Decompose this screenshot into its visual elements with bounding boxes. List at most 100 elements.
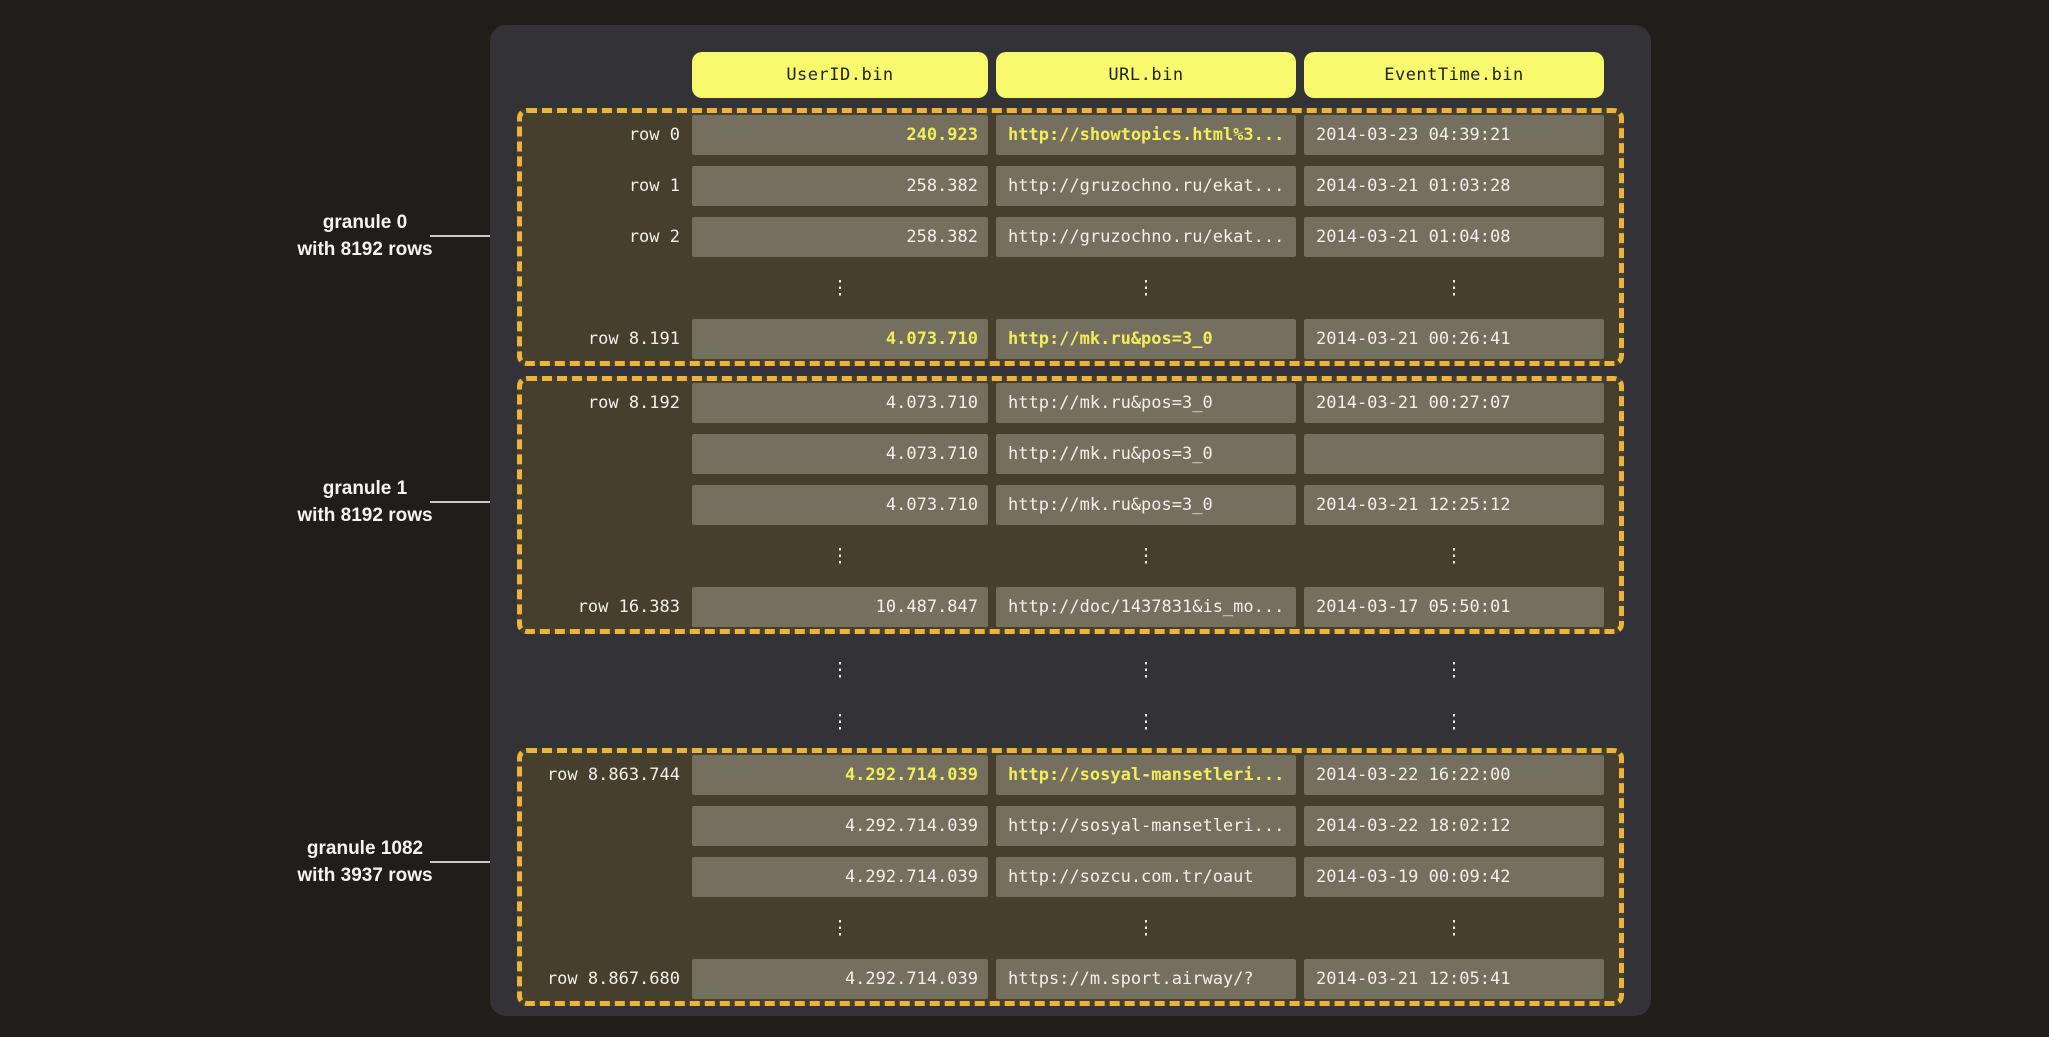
ellipsis-row: ⋮ ⋮ ⋮ bbox=[522, 696, 1624, 748]
cell-eventtime: 2014-03-21 12:25:12 bbox=[1304, 485, 1604, 525]
column-header-eventtime-bin: EventTime.bin bbox=[1304, 52, 1604, 98]
cell-url: http://sozcu.com.tr/oaut bbox=[996, 857, 1296, 897]
cell-eventtime: 2014-03-22 18:02:12 bbox=[1304, 806, 1604, 846]
row-label: row 2 bbox=[522, 217, 684, 257]
cell-userid: 4.073.710 bbox=[692, 319, 988, 359]
ellipsis-row: ⋮ ⋮ ⋮ bbox=[522, 536, 1619, 576]
row-label bbox=[522, 434, 684, 474]
row-label bbox=[522, 806, 684, 846]
cell-userid: 258.382 bbox=[692, 217, 988, 257]
header-spacer bbox=[522, 52, 684, 98]
table-row: 4.073.710 http://mk.ru&pos=3_0 2014-03-2… bbox=[522, 485, 1619, 525]
cell-url: http://mk.ru&pos=3_0 bbox=[996, 434, 1296, 474]
cell-eventtime: 2014-03-22 16:22:00 bbox=[1304, 755, 1604, 795]
table-row: row 16.383 10.487.847 http://doc/1437831… bbox=[522, 587, 1619, 627]
row-label: row 16.383 bbox=[522, 587, 684, 627]
row-label: row 8.867.680 bbox=[522, 959, 684, 999]
cell-eventtime: 2014-03-21 00:26:41 bbox=[1304, 319, 1604, 359]
cell-eventtime: 2014-03-17 05:50:01 bbox=[1304, 587, 1604, 627]
cell-url: http://mk.ru&pos=3_0 bbox=[996, 485, 1296, 525]
vertical-ellipsis: ⋮ bbox=[996, 536, 1296, 576]
granule-label-line2: with 8192 rows bbox=[245, 236, 485, 263]
cell-eventtime: 2014-03-21 01:04:08 bbox=[1304, 217, 1604, 257]
column-header-userid-bin: UserID.bin bbox=[692, 52, 988, 98]
vertical-ellipsis: ⋮ bbox=[996, 644, 1296, 696]
ellipsis-row: ⋮ ⋮ ⋮ bbox=[522, 268, 1619, 308]
cell-userid: 4.073.710 bbox=[692, 485, 988, 525]
table-row: row 1 258.382 http://gruzochno.ru/ekat..… bbox=[522, 166, 1619, 206]
granule-label-line2: with 3937 rows bbox=[245, 862, 485, 889]
row-label bbox=[522, 857, 684, 897]
vertical-ellipsis: ⋮ bbox=[996, 696, 1296, 748]
cell-url: http://showtopics.html%3... bbox=[996, 115, 1296, 155]
cell-url: https://m.sport.airway/? bbox=[996, 959, 1296, 999]
cell-userid: 4.292.714.039 bbox=[692, 959, 988, 999]
cell-eventtime: 2014-03-21 01:03:28 bbox=[1304, 166, 1604, 206]
row-label bbox=[522, 268, 684, 308]
ellipsis-row: ⋮ ⋮ ⋮ bbox=[522, 908, 1619, 948]
granule-1082-rows: row 8.863.744 4.292.714.039 http://sosya… bbox=[522, 755, 1619, 999]
cell-url: http://gruzochno.ru/ekat... bbox=[996, 166, 1296, 206]
cell-userid: 240.923 bbox=[692, 115, 988, 155]
cell-url: http://sosyal-mansetleri... bbox=[996, 755, 1296, 795]
row-label bbox=[522, 644, 684, 696]
vertical-ellipsis: ⋮ bbox=[692, 908, 988, 948]
row-label bbox=[522, 485, 684, 525]
granule-0-rows: row 0 240.923 http://showtopics.html%3..… bbox=[522, 115, 1619, 359]
granule-1-rows: row 8.192 4.073.710 http://mk.ru&pos=3_0… bbox=[522, 383, 1619, 627]
row-label: row 0 bbox=[522, 115, 684, 155]
row-label: row 8.863.744 bbox=[522, 755, 684, 795]
column-header-row: UserID.bin URL.bin EventTime.bin bbox=[522, 52, 1624, 98]
table-row: row 8.867.680 4.292.714.039 https://m.sp… bbox=[522, 959, 1619, 999]
granule-label-line1: granule 1 bbox=[245, 475, 485, 502]
table-row: row 0 240.923 http://showtopics.html%3..… bbox=[522, 115, 1619, 155]
granule-1082-box: row 8.863.744 4.292.714.039 http://sosya… bbox=[517, 748, 1624, 1006]
row-label: row 1 bbox=[522, 166, 684, 206]
cell-eventtime-empty bbox=[1304, 434, 1604, 474]
cell-url: http://mk.ru&pos=3_0 bbox=[996, 383, 1296, 423]
cell-userid: 4.292.714.039 bbox=[692, 806, 988, 846]
cell-url: http://mk.ru&pos=3_0 bbox=[996, 319, 1296, 359]
vertical-ellipsis: ⋮ bbox=[692, 696, 988, 748]
vertical-ellipsis: ⋮ bbox=[996, 268, 1296, 308]
vertical-ellipsis: ⋮ bbox=[692, 268, 988, 308]
diagram-page: { "colors": { "background": "#1f1e1a", "… bbox=[0, 0, 2049, 1037]
row-label: row 8.192 bbox=[522, 383, 684, 423]
row-label bbox=[522, 536, 684, 576]
cell-eventtime: 2014-03-19 00:09:42 bbox=[1304, 857, 1604, 897]
row-label: row 8.191 bbox=[522, 319, 684, 359]
granule-1-box: row 8.192 4.073.710 http://mk.ru&pos=3_0… bbox=[517, 376, 1624, 634]
cell-url: http://doc/1437831&is_mo... bbox=[996, 587, 1296, 627]
table-row: 4.292.714.039 http://sozcu.com.tr/oaut 2… bbox=[522, 857, 1619, 897]
vertical-ellipsis: ⋮ bbox=[692, 536, 988, 576]
cell-eventtime: 2014-03-21 00:27:07 bbox=[1304, 383, 1604, 423]
vertical-ellipsis: ⋮ bbox=[1304, 644, 1604, 696]
table-row: 4.073.710 http://mk.ru&pos=3_0 bbox=[522, 434, 1619, 474]
table-row: row 8.192 4.073.710 http://mk.ru&pos=3_0… bbox=[522, 383, 1619, 423]
cell-userid: 4.073.710 bbox=[692, 434, 988, 474]
row-label bbox=[522, 696, 684, 748]
cell-userid: 258.382 bbox=[692, 166, 988, 206]
vertical-ellipsis: ⋮ bbox=[1304, 696, 1604, 748]
table-row: 4.292.714.039 http://sosyal-mansetleri..… bbox=[522, 806, 1619, 846]
column-files-panel: UserID.bin URL.bin EventTime.bin row 0 2… bbox=[490, 25, 1651, 1016]
table-row: row 8.191 4.073.710 http://mk.ru&pos=3_0… bbox=[522, 319, 1619, 359]
vertical-ellipsis: ⋮ bbox=[996, 908, 1296, 948]
granule-label-line1: granule 0 bbox=[245, 209, 485, 236]
row-label bbox=[522, 908, 684, 948]
cell-eventtime: 2014-03-21 12:05:41 bbox=[1304, 959, 1604, 999]
cell-userid: 4.292.714.039 bbox=[692, 857, 988, 897]
cell-url: http://gruzochno.ru/ekat... bbox=[996, 217, 1296, 257]
column-header-url-bin: URL.bin bbox=[996, 52, 1296, 98]
granule-0-box: row 0 240.923 http://showtopics.html%3..… bbox=[517, 108, 1624, 366]
cell-userid: 10.487.847 bbox=[692, 587, 988, 627]
cell-userid: 4.292.714.039 bbox=[692, 755, 988, 795]
ellipsis-row: ⋮ ⋮ ⋮ bbox=[522, 644, 1624, 696]
hidden-granules-gap: ⋮ ⋮ ⋮ ⋮ ⋮ ⋮ bbox=[522, 644, 1624, 748]
cell-userid: 4.073.710 bbox=[692, 383, 988, 423]
granule-label-line2: with 8192 rows bbox=[245, 502, 485, 529]
cell-url: http://sosyal-mansetleri... bbox=[996, 806, 1296, 846]
granule-label-line1: granule 1082 bbox=[245, 835, 485, 862]
table-row: row 8.863.744 4.292.714.039 http://sosya… bbox=[522, 755, 1619, 795]
vertical-ellipsis: ⋮ bbox=[1304, 908, 1604, 948]
